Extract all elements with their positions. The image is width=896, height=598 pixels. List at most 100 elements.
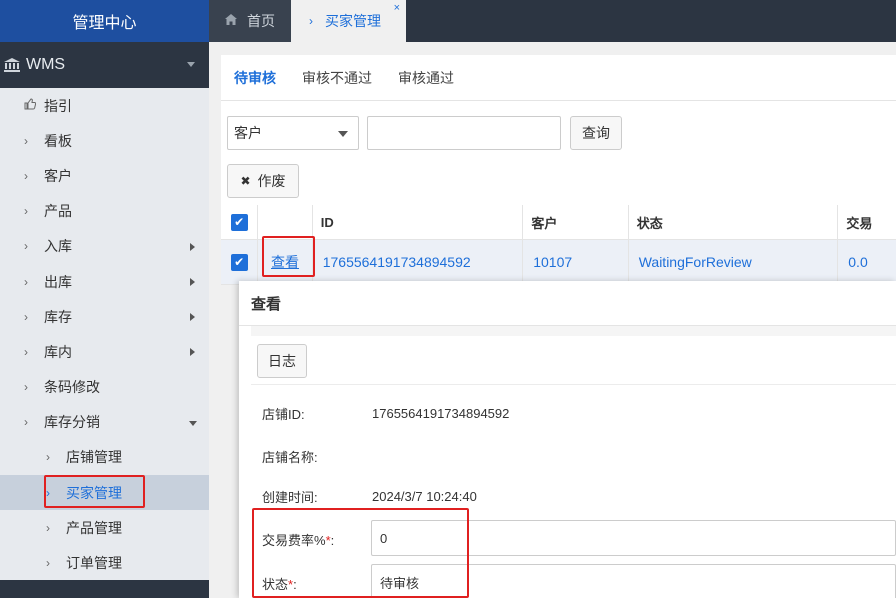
x-icon: ✖ bbox=[240, 174, 251, 188]
log-button[interactable]: 日志 bbox=[257, 344, 307, 378]
sidebar-item-dashboard[interactable]: › 看板 bbox=[0, 123, 209, 158]
sidebar-item-label: 产品管理 bbox=[66, 519, 122, 536]
sidebar-subitem-buyer[interactable]: › 买家管理 bbox=[0, 475, 209, 511]
chevron-right-icon: › bbox=[46, 485, 50, 500]
tab-rejected[interactable]: 审核不通过 bbox=[289, 55, 385, 101]
table-row: ✔ 查看 1765564191734894592 10107 WaitingFo… bbox=[221, 240, 896, 285]
sidebar-subitem-order[interactable]: › 订单管理 bbox=[0, 545, 209, 580]
close-tab-icon[interactable]: × bbox=[394, 2, 400, 14]
row-fee: 0.0 bbox=[848, 254, 868, 270]
sidebar-footer bbox=[0, 580, 209, 598]
chevron-right-icon: › bbox=[24, 344, 28, 359]
status-label-text: 状态 bbox=[262, 577, 289, 592]
tab-approved[interactable]: 审核通过 bbox=[385, 55, 467, 101]
sidebar-item-inbound[interactable]: › 入库 bbox=[0, 229, 209, 264]
row-id[interactable]: 1765564191734894592 bbox=[313, 240, 524, 284]
status-input[interactable]: 待审核 bbox=[371, 564, 896, 598]
field-created-time: 创建时间: 2024/3/7 10:24:40 bbox=[262, 487, 477, 506]
row-checkbox[interactable]: ✔ bbox=[221, 240, 259, 284]
sidebar-item-label: 条码修改 bbox=[44, 379, 100, 396]
dialog-body: 日志 店铺ID: 1765564191734894592 店铺名称: 创建时间:… bbox=[251, 326, 896, 598]
header-id: ID bbox=[313, 205, 524, 239]
expand-arrow-icon bbox=[190, 242, 195, 251]
sidebar-item-label: 店铺管理 bbox=[66, 449, 122, 466]
sidebar-item-distribution[interactable]: › 库存分销 bbox=[0, 405, 209, 440]
field-shop-name: 店铺名称: bbox=[262, 447, 372, 466]
sidebar-item-customer[interactable]: › 客户 bbox=[0, 158, 209, 193]
chevron-right-icon: › bbox=[46, 450, 50, 465]
dialog-form: 日志 店铺ID: 1765564191734894592 店铺名称: 创建时间:… bbox=[251, 336, 896, 598]
sidebar-item-label: 订单管理 bbox=[66, 555, 122, 572]
view-dialog: 查看 日志 店铺ID: 1765564191734894592 店铺名称: 创建… bbox=[239, 281, 896, 598]
chevron-right-icon: › bbox=[24, 380, 28, 395]
sidebar-item-label: 客户 bbox=[44, 167, 72, 184]
sidebar-item-label: 入库 bbox=[44, 238, 72, 255]
sidebar-item-label: 库内 bbox=[44, 343, 72, 360]
divider bbox=[251, 384, 896, 385]
sidebar-item-label: 产品 bbox=[44, 203, 72, 220]
search-button[interactable]: 查询 bbox=[570, 116, 622, 150]
sidebar: 管理中心 WMS 指引 › 看板 › 客户 › 产品 › 入库 › 出库 › 库… bbox=[0, 0, 209, 598]
chevron-right-icon: › bbox=[24, 204, 28, 219]
label-colon: : bbox=[330, 533, 335, 548]
sidebar-item-label: 库存 bbox=[44, 308, 72, 325]
tab-buyer-management[interactable]: › 买家管理 × bbox=[291, 0, 406, 42]
bank-icon bbox=[4, 58, 20, 72]
tab-home[interactable]: 首页 bbox=[209, 0, 291, 42]
chevron-right-icon: › bbox=[309, 14, 313, 28]
chevron-right-icon: › bbox=[24, 415, 28, 430]
header-customer: 客户 bbox=[523, 205, 629, 239]
search-input[interactable] bbox=[367, 116, 561, 150]
fee-rate-input[interactable]: 0 bbox=[371, 520, 896, 556]
buyer-table: ✔ ID 客户 状态 交易 ✔ 查看 1765564191734894592 1… bbox=[221, 205, 896, 285]
void-button[interactable]: ✖ 作废 bbox=[227, 164, 299, 198]
status-tabs: 待审核 审核不通过 审核通过 bbox=[221, 55, 896, 101]
sidebar-item-outbound[interactable]: › 出库 bbox=[0, 264, 209, 299]
select-all-checkbox[interactable]: ✔ bbox=[221, 205, 259, 239]
app-name: WMS bbox=[26, 56, 66, 73]
tab-home-label: 首页 bbox=[247, 13, 275, 29]
check-icon: ✔ bbox=[230, 213, 248, 231]
tab-pending[interactable]: 待审核 bbox=[221, 55, 289, 101]
field-fee-rate: 交易费率%*: bbox=[262, 530, 372, 549]
sidebar-item-warehouse[interactable]: › 库内 bbox=[0, 334, 209, 369]
home-icon bbox=[225, 14, 237, 28]
check-icon: ✔ bbox=[230, 253, 248, 271]
chevron-right-icon: › bbox=[24, 309, 28, 324]
header-status: 状态 bbox=[629, 205, 839, 239]
chevron-right-icon: › bbox=[24, 133, 28, 148]
expand-arrow-icon bbox=[190, 313, 195, 322]
row-customer[interactable]: 10107 bbox=[523, 240, 629, 284]
sidebar-item-inventory[interactable]: › 库存 bbox=[0, 299, 209, 334]
row-status: WaitingForReview bbox=[629, 240, 839, 284]
main-panel: 待审核 审核不通过 审核通过 客户 查询 ✖ 作废 ✔ ID 客户 状态 交易 … bbox=[221, 55, 896, 285]
field-label: 店铺名称: bbox=[262, 450, 318, 465]
sidebar-item-label: 库存分销 bbox=[44, 414, 100, 431]
sidebar-title: 管理中心 bbox=[0, 0, 209, 42]
sidebar-item-guide[interactable]: 指引 bbox=[0, 88, 209, 123]
thumbs-up-icon bbox=[24, 98, 37, 113]
fee-rate-label-text: 交易费率% bbox=[262, 533, 326, 548]
table-header: ✔ ID 客户 状态 交易 bbox=[221, 205, 896, 240]
tab-bar: 首页 › 买家管理 × bbox=[209, 0, 896, 42]
chevron-right-icon: › bbox=[24, 274, 28, 289]
field-label: 店铺ID: bbox=[262, 407, 305, 422]
view-link[interactable]: 查看 bbox=[271, 252, 299, 272]
sidebar-subitem-product[interactable]: › 产品管理 bbox=[0, 510, 209, 545]
filter-field-select[interactable]: 客户 bbox=[227, 116, 359, 150]
void-button-label: 作废 bbox=[257, 173, 286, 189]
sidebar-item-label: 看板 bbox=[44, 132, 72, 149]
header-fee: 交易 bbox=[846, 215, 873, 231]
filter-row: 客户 查询 bbox=[227, 116, 622, 150]
app-switcher[interactable]: WMS bbox=[0, 42, 209, 88]
chevron-right-icon: › bbox=[46, 556, 50, 571]
sidebar-item-label: 买家管理 bbox=[66, 484, 122, 501]
collapse-arrow-icon bbox=[189, 420, 197, 426]
sidebar-subitem-shop[interactable]: › 店铺管理 bbox=[0, 440, 209, 475]
field-label: 状态*: bbox=[262, 574, 372, 593]
dropdown-arrow-icon bbox=[338, 131, 348, 137]
field-label: 交易费率%*: bbox=[262, 530, 372, 549]
sidebar-item-barcode[interactable]: › 条码修改 bbox=[0, 370, 209, 405]
tab-label: 买家管理 bbox=[325, 13, 381, 29]
sidebar-item-product[interactable]: › 产品 bbox=[0, 194, 209, 229]
